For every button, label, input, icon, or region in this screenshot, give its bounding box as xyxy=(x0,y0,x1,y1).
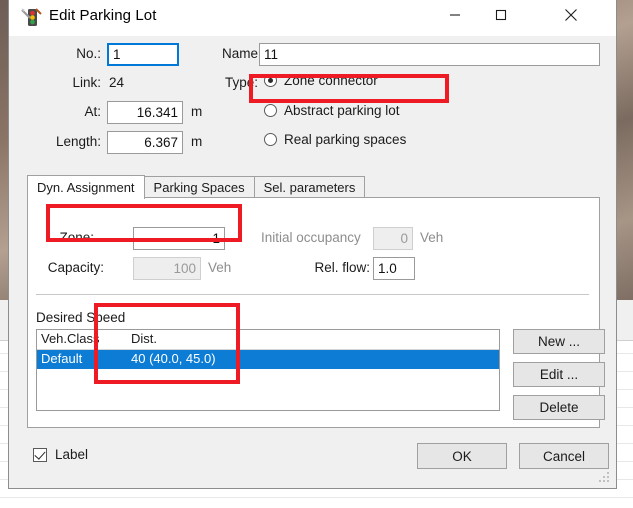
type-option-label: Abstract parking lot xyxy=(284,103,400,118)
zone-input[interactable] xyxy=(133,227,225,250)
cell-dist: 40 (40.0, 45.0) xyxy=(131,351,216,366)
section-divider xyxy=(36,294,589,295)
at-label: At: xyxy=(84,104,101,119)
radio-unselected-icon xyxy=(264,133,277,146)
no-input[interactable] xyxy=(107,43,179,66)
new-button[interactable]: New ... xyxy=(513,329,605,354)
capacity-unit-label: Veh xyxy=(208,260,232,275)
desired-speed-title: Desired Speed xyxy=(36,310,126,325)
tab-sel-parameters[interactable]: Sel. parameters xyxy=(253,176,366,198)
type-option-abstract-parking-lot[interactable]: Abstract parking lot xyxy=(264,103,400,118)
table-row[interactable]: Default 40 (40.0, 45.0) xyxy=(37,350,499,369)
tab-dyn-assignment[interactable]: Dyn. Assignment xyxy=(27,175,145,199)
dialog-titlebar: Edit Parking Lot xyxy=(9,0,616,36)
column-header-dist: Dist. xyxy=(131,331,157,346)
close-button[interactable] xyxy=(548,0,594,30)
link-label: Link: xyxy=(72,75,101,90)
dialog-footer: Label OK Cancel xyxy=(9,433,616,488)
cell-veh-class: Default xyxy=(41,351,83,366)
parking-lot-tabs: Dyn. Assignment Parking Spaces Sel. para… xyxy=(27,175,605,428)
zone-label: Zone: xyxy=(59,230,94,245)
radio-selected-icon xyxy=(264,74,277,87)
traffic-light-edit-icon xyxy=(21,7,43,28)
length-unit-label: m xyxy=(191,134,203,149)
edit-button[interactable]: Edit ... xyxy=(513,362,605,387)
link-value: 24 xyxy=(109,75,125,90)
type-option-real-parking-spaces[interactable]: Real parking spaces xyxy=(264,132,406,147)
desired-speed-list-header: Veh.Class Dist. xyxy=(37,330,499,350)
rel-flow-input[interactable] xyxy=(373,257,415,280)
tab-parking-spaces[interactable]: Parking Spaces xyxy=(143,176,255,198)
initial-occupancy-unit-label: Veh xyxy=(420,230,444,245)
column-header-veh-class: Veh.Class xyxy=(41,331,100,346)
initial-occupancy-label: Initial occupancy xyxy=(261,230,361,245)
maximize-button[interactable] xyxy=(478,0,524,30)
edit-parking-lot-dialog: Edit Parking Lot No.: Link: 24 At: m Len… xyxy=(8,0,617,489)
checkbox-checked-icon xyxy=(33,447,47,462)
parking-lot-basic-fields: No.: Link: 24 At: m Length: m Name: Type… xyxy=(9,35,618,163)
delete-button[interactable]: Delete xyxy=(513,395,605,420)
rel-flow-label: Rel. flow: xyxy=(314,260,370,275)
no-label: No.: xyxy=(76,46,101,61)
name-input[interactable] xyxy=(259,43,600,66)
tabstrip: Dyn. Assignment Parking Spaces Sel. para… xyxy=(27,175,366,199)
at-unit-label: m xyxy=(191,104,203,119)
desired-speed-list[interactable]: Veh.Class Dist. Default 40 (40.0, 45.0) xyxy=(36,329,500,411)
type-option-label: Zone connector xyxy=(284,73,378,88)
ok-button[interactable]: OK xyxy=(417,443,507,469)
type-option-zone-connector[interactable]: Zone connector xyxy=(264,73,378,88)
length-input[interactable] xyxy=(107,131,183,154)
capacity-label: Capacity: xyxy=(47,260,104,275)
initial-occupancy-input xyxy=(373,227,413,250)
label-checkbox[interactable]: Label xyxy=(33,447,88,462)
at-input[interactable] xyxy=(107,101,183,124)
label-checkbox-label: Label xyxy=(55,447,89,462)
length-label: Length: xyxy=(55,134,101,149)
tabpanel-dyn-assignment: Zone: Capacity: Veh Initial occupancy Ve… xyxy=(27,197,605,428)
screen: Edit Parking Lot No.: Link: 24 At: m Len… xyxy=(0,0,633,508)
resize-grip[interactable] xyxy=(598,471,611,484)
name-label: Name: xyxy=(222,46,262,61)
cancel-button[interactable]: Cancel xyxy=(519,443,609,469)
type-label: Type: xyxy=(225,75,259,90)
capacity-input xyxy=(133,257,201,280)
dialog-title: Edit Parking Lot xyxy=(49,7,157,24)
type-option-label: Real parking spaces xyxy=(284,132,407,147)
radio-unselected-icon xyxy=(264,104,277,117)
minimize-button[interactable] xyxy=(432,0,478,30)
